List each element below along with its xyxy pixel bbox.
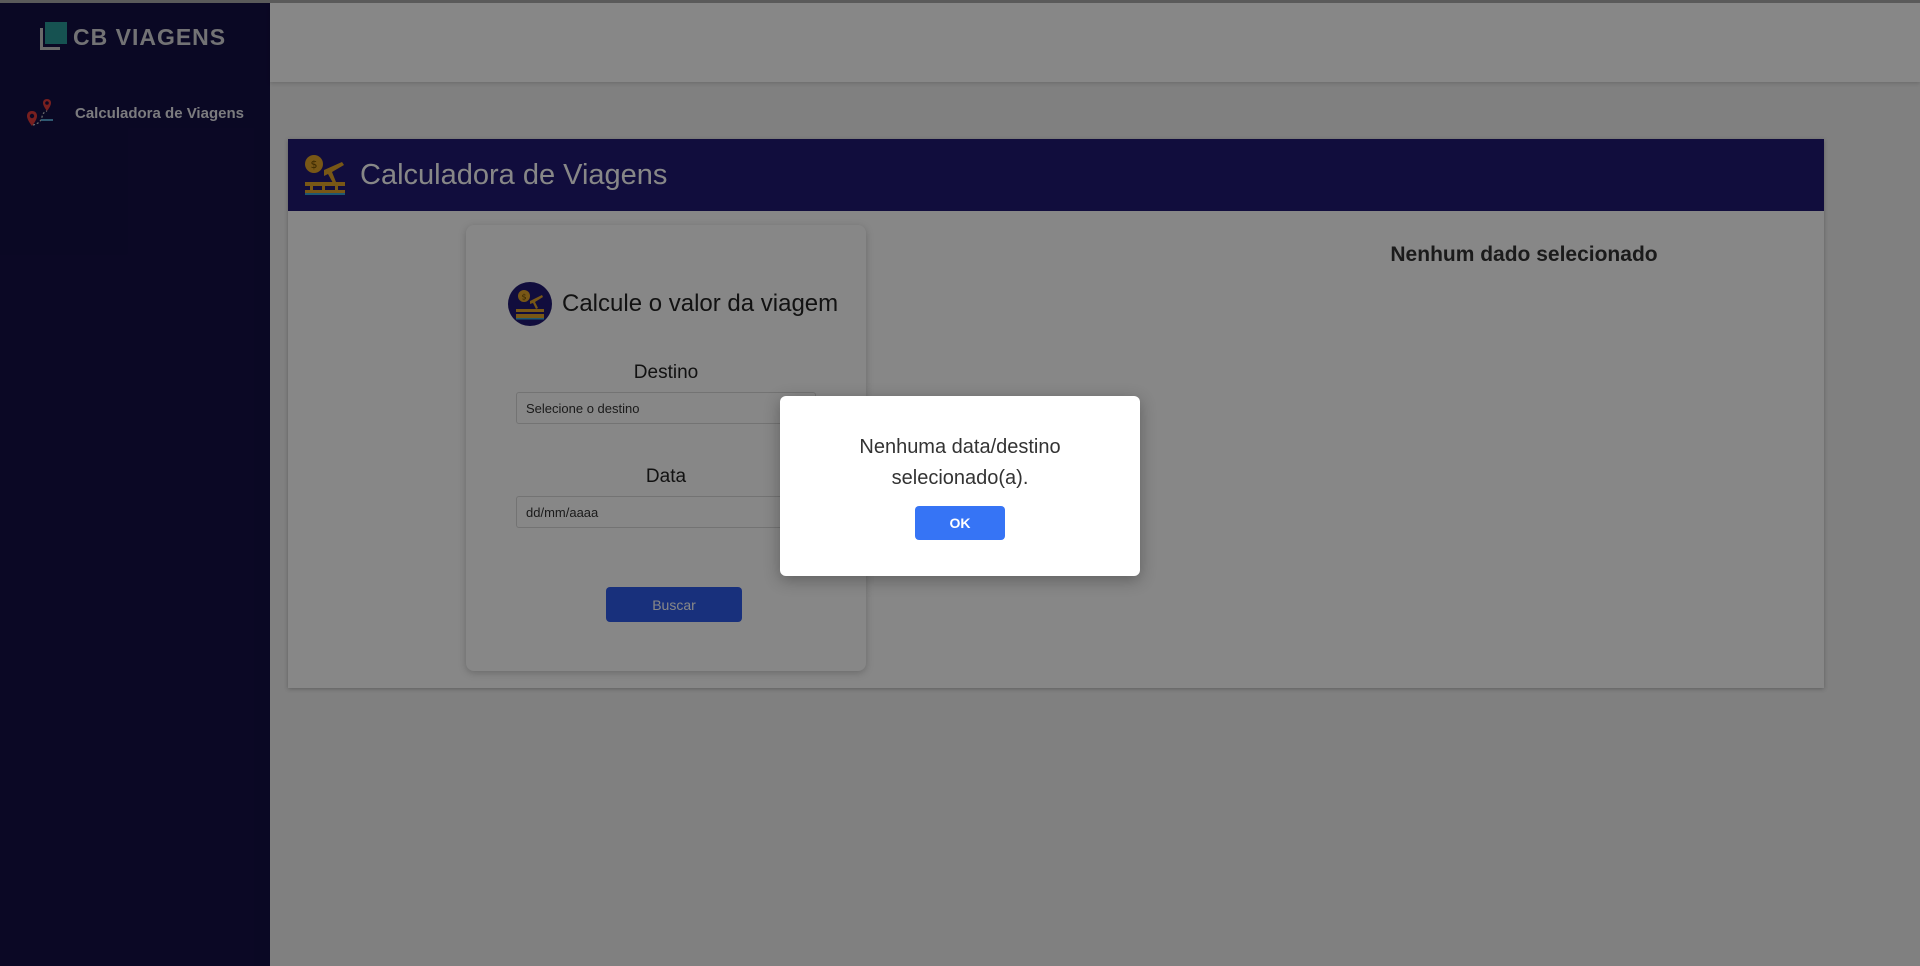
alert-dialog: Nenhuma data/destino selecionado(a). OK [780, 396, 1140, 576]
ok-button[interactable]: OK [915, 506, 1005, 540]
browser-top-border [0, 0, 1920, 3]
alert-message: Nenhuma data/destino selecionado(a). [859, 436, 1061, 489]
